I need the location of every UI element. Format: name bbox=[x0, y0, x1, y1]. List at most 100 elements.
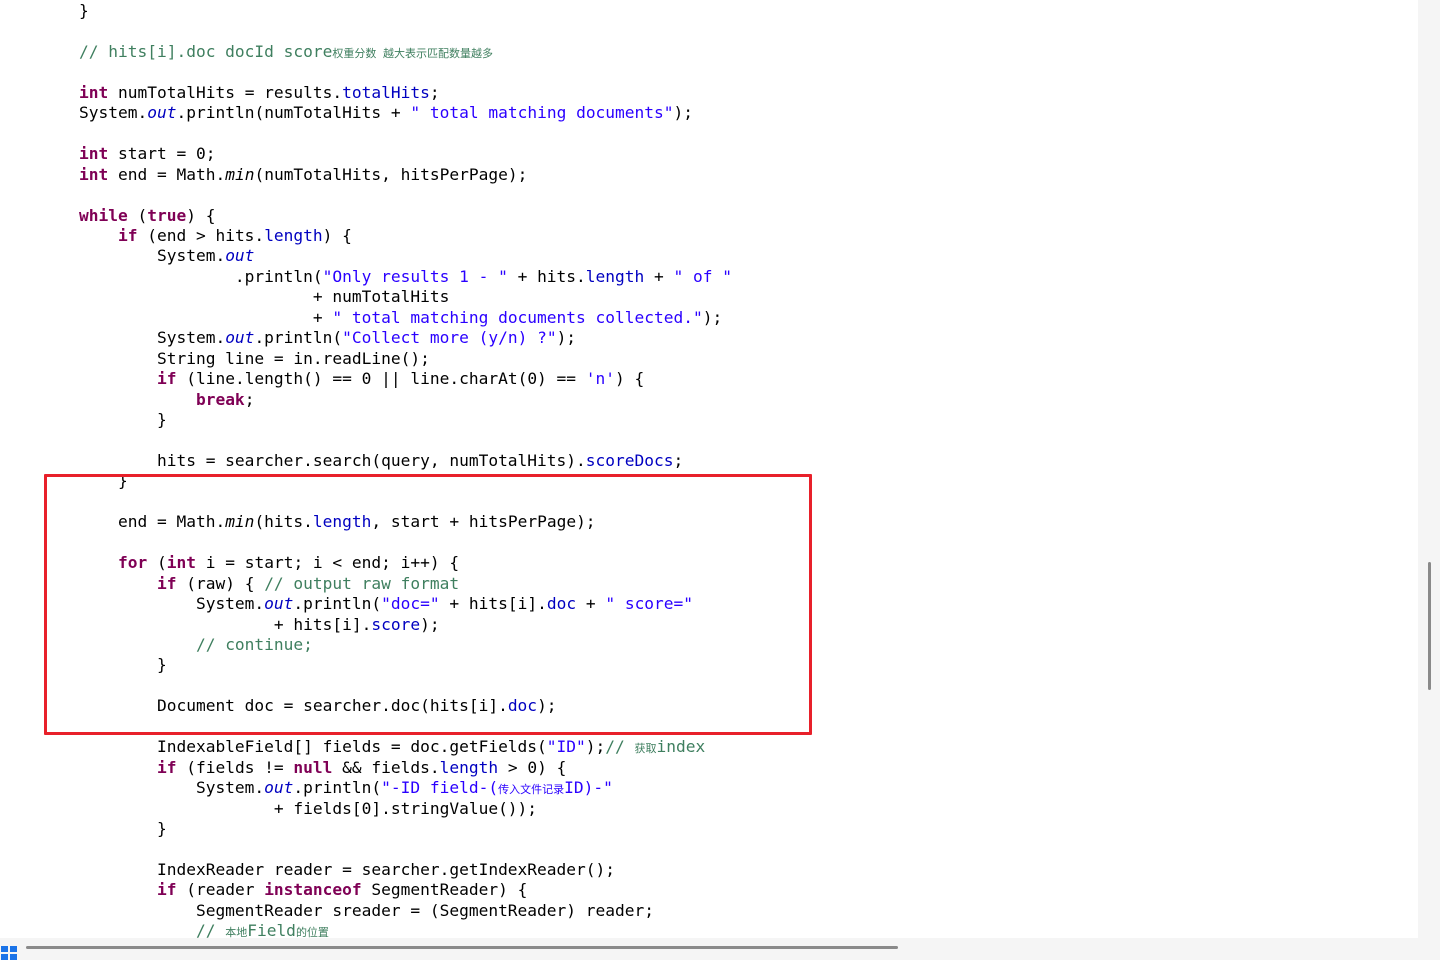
vertical-scrollbar[interactable] bbox=[1418, 0, 1440, 960]
code-line[interactable]: IndexableField[] fields = doc.getFields(… bbox=[79, 737, 705, 757]
code-token: for bbox=[117, 553, 148, 573]
code-token: // bbox=[195, 921, 226, 938]
code-line[interactable]: + fields[0].stringValue()); bbox=[79, 799, 537, 819]
code-line[interactable]: } bbox=[79, 1, 89, 21]
code-line[interactable]: + hits[i].score); bbox=[79, 615, 440, 635]
code-token: } bbox=[79, 1, 89, 20]
code-token: end = Math. bbox=[108, 164, 226, 184]
code-token: (raw) { bbox=[176, 573, 265, 593]
code-token: + bbox=[576, 594, 606, 614]
code-token: .println( bbox=[293, 778, 382, 798]
code-token: + hits. bbox=[507, 266, 586, 286]
code-token: (fields != bbox=[176, 757, 294, 777]
windows-start-icon[interactable] bbox=[0, 940, 22, 960]
code-line[interactable]: while (true) { bbox=[79, 206, 215, 226]
code-line[interactable]: int end = Math.min(numTotalHits, hitsPer… bbox=[79, 165, 527, 185]
code-token: int bbox=[79, 144, 109, 164]
vertical-scrollbar-thumb[interactable] bbox=[1428, 562, 1431, 690]
code-line[interactable]: System.out.println("doc=" + hits[i].doc … bbox=[79, 594, 693, 614]
code-token: out bbox=[264, 778, 294, 798]
code-token: // hits[i].doc docId score bbox=[79, 41, 333, 61]
code-line[interactable]: } bbox=[79, 819, 167, 839]
code-line[interactable]: + numTotalHits bbox=[79, 287, 449, 307]
code-line[interactable]: int start = 0; bbox=[79, 144, 215, 164]
code-token: if bbox=[117, 225, 138, 245]
code-token: "Collect more (y/n) ?" bbox=[342, 328, 557, 348]
horizontal-scrollbar[interactable] bbox=[0, 938, 1418, 960]
code-token: ); bbox=[556, 328, 577, 348]
code-token: + bbox=[644, 266, 674, 286]
code-token: i = start; i < end; i++) { bbox=[195, 553, 460, 573]
code-token: .println( bbox=[79, 266, 323, 286]
code-line[interactable]: + " total matching documents collected."… bbox=[79, 308, 722, 328]
code-token: ) { bbox=[615, 369, 645, 389]
code-token: 'n' bbox=[585, 369, 616, 389]
code-token: } bbox=[79, 655, 167, 675]
code-token: SegmentReader sreader = (SegmentReader) … bbox=[79, 900, 654, 920]
code-token: ( bbox=[147, 553, 167, 573]
code-line[interactable]: String line = in.readLine(); bbox=[79, 349, 430, 369]
code-line[interactable]: // hits[i].doc docId score权重分数 越大表示匹配数量越… bbox=[79, 42, 493, 62]
horizontal-scrollbar-thumb[interactable] bbox=[26, 946, 898, 949]
code-line[interactable]: end = Math.min(hits.length, start + hits… bbox=[79, 512, 596, 532]
code-line[interactable]: if (raw) { // output raw format bbox=[79, 574, 459, 594]
code-line[interactable]: // continue; bbox=[79, 635, 313, 655]
code-line[interactable]: hits = searcher.search(query, numTotalHi… bbox=[79, 451, 683, 471]
code-line[interactable]: SegmentReader sreader = (SegmentReader) … bbox=[79, 901, 654, 921]
code-token: Document doc = searcher.doc(hits[i]. bbox=[79, 696, 508, 716]
code-token: scoreDocs bbox=[585, 450, 674, 470]
code-token: // continue; bbox=[195, 634, 313, 654]
code-token: System. bbox=[79, 103, 148, 123]
code-token: int bbox=[79, 82, 109, 102]
code-token: 获取 bbox=[634, 742, 657, 756]
code-line[interactable]: if (reader instanceof SegmentReader) { bbox=[79, 880, 527, 900]
code-token: out bbox=[147, 103, 177, 123]
code-token: length bbox=[312, 512, 372, 532]
code-token: System. bbox=[79, 594, 265, 614]
code-token: int bbox=[79, 164, 109, 184]
code-token: System. bbox=[79, 778, 265, 798]
code-token: length bbox=[585, 266, 645, 286]
code-line[interactable]: } bbox=[79, 655, 167, 675]
code-line[interactable]: if (end > hits.length) { bbox=[79, 226, 352, 246]
code-line[interactable]: } bbox=[79, 471, 128, 491]
code-line[interactable]: } bbox=[79, 410, 167, 430]
code-line[interactable]: System.out bbox=[79, 246, 254, 266]
code-line[interactable]: for (int i = start; i < end; i++) { bbox=[79, 553, 459, 573]
code-token: " total matching documents" bbox=[410, 103, 674, 123]
code-line[interactable]: .println("Only results 1 - " + hits.leng… bbox=[79, 267, 732, 287]
code-line[interactable]: if (fields != null && fields.length > 0)… bbox=[79, 758, 566, 778]
code-token: (line.length() == 0 || line.charAt(0) == bbox=[176, 369, 586, 389]
code-token: } bbox=[79, 410, 167, 429]
code-token: if bbox=[156, 369, 177, 389]
code-token: Field bbox=[247, 921, 296, 938]
code-line[interactable]: // 本地Field的位置 bbox=[79, 921, 329, 938]
code-line[interactable]: int numTotalHits = results.totalHits; bbox=[79, 83, 440, 103]
code-line[interactable]: break; bbox=[79, 390, 254, 410]
code-line[interactable]: if (line.length() == 0 || line.charAt(0)… bbox=[79, 369, 644, 389]
code-line[interactable]: Document doc = searcher.doc(hits[i].doc)… bbox=[79, 696, 557, 716]
code-line[interactable]: System.out.println("Collect more (y/n) ?… bbox=[79, 328, 576, 348]
code-token: " of " bbox=[673, 266, 733, 286]
code-token: .println(numTotalHits + bbox=[176, 103, 411, 123]
code-editor[interactable]: } // hits[i].doc docId score权重分数 越大表示匹配数量… bbox=[0, 0, 1418, 938]
code-token: ); bbox=[702, 307, 723, 327]
code-token: (reader bbox=[176, 880, 265, 900]
code-line[interactable]: System.out.println(numTotalHits + " tota… bbox=[79, 103, 693, 123]
code-token: String line = in.readLine(); bbox=[79, 348, 430, 368]
code-token: IndexReader reader = searcher.getIndexRe… bbox=[79, 859, 616, 879]
code-token: numTotalHits = results. bbox=[108, 82, 343, 102]
code-line[interactable]: IndexReader reader = searcher.getIndexRe… bbox=[79, 860, 615, 880]
code-token: + bbox=[79, 307, 333, 327]
code-token: if bbox=[156, 573, 177, 593]
code-token: if bbox=[156, 757, 177, 777]
code-line[interactable]: System.out.println("-ID field-(传入文件记录ID)… bbox=[79, 778, 613, 798]
code-token: ) { bbox=[186, 205, 216, 225]
code-token: start = 0; bbox=[108, 144, 216, 164]
code-token: , start + hitsPerPage); bbox=[371, 512, 596, 532]
code-token: > 0) { bbox=[498, 757, 567, 777]
